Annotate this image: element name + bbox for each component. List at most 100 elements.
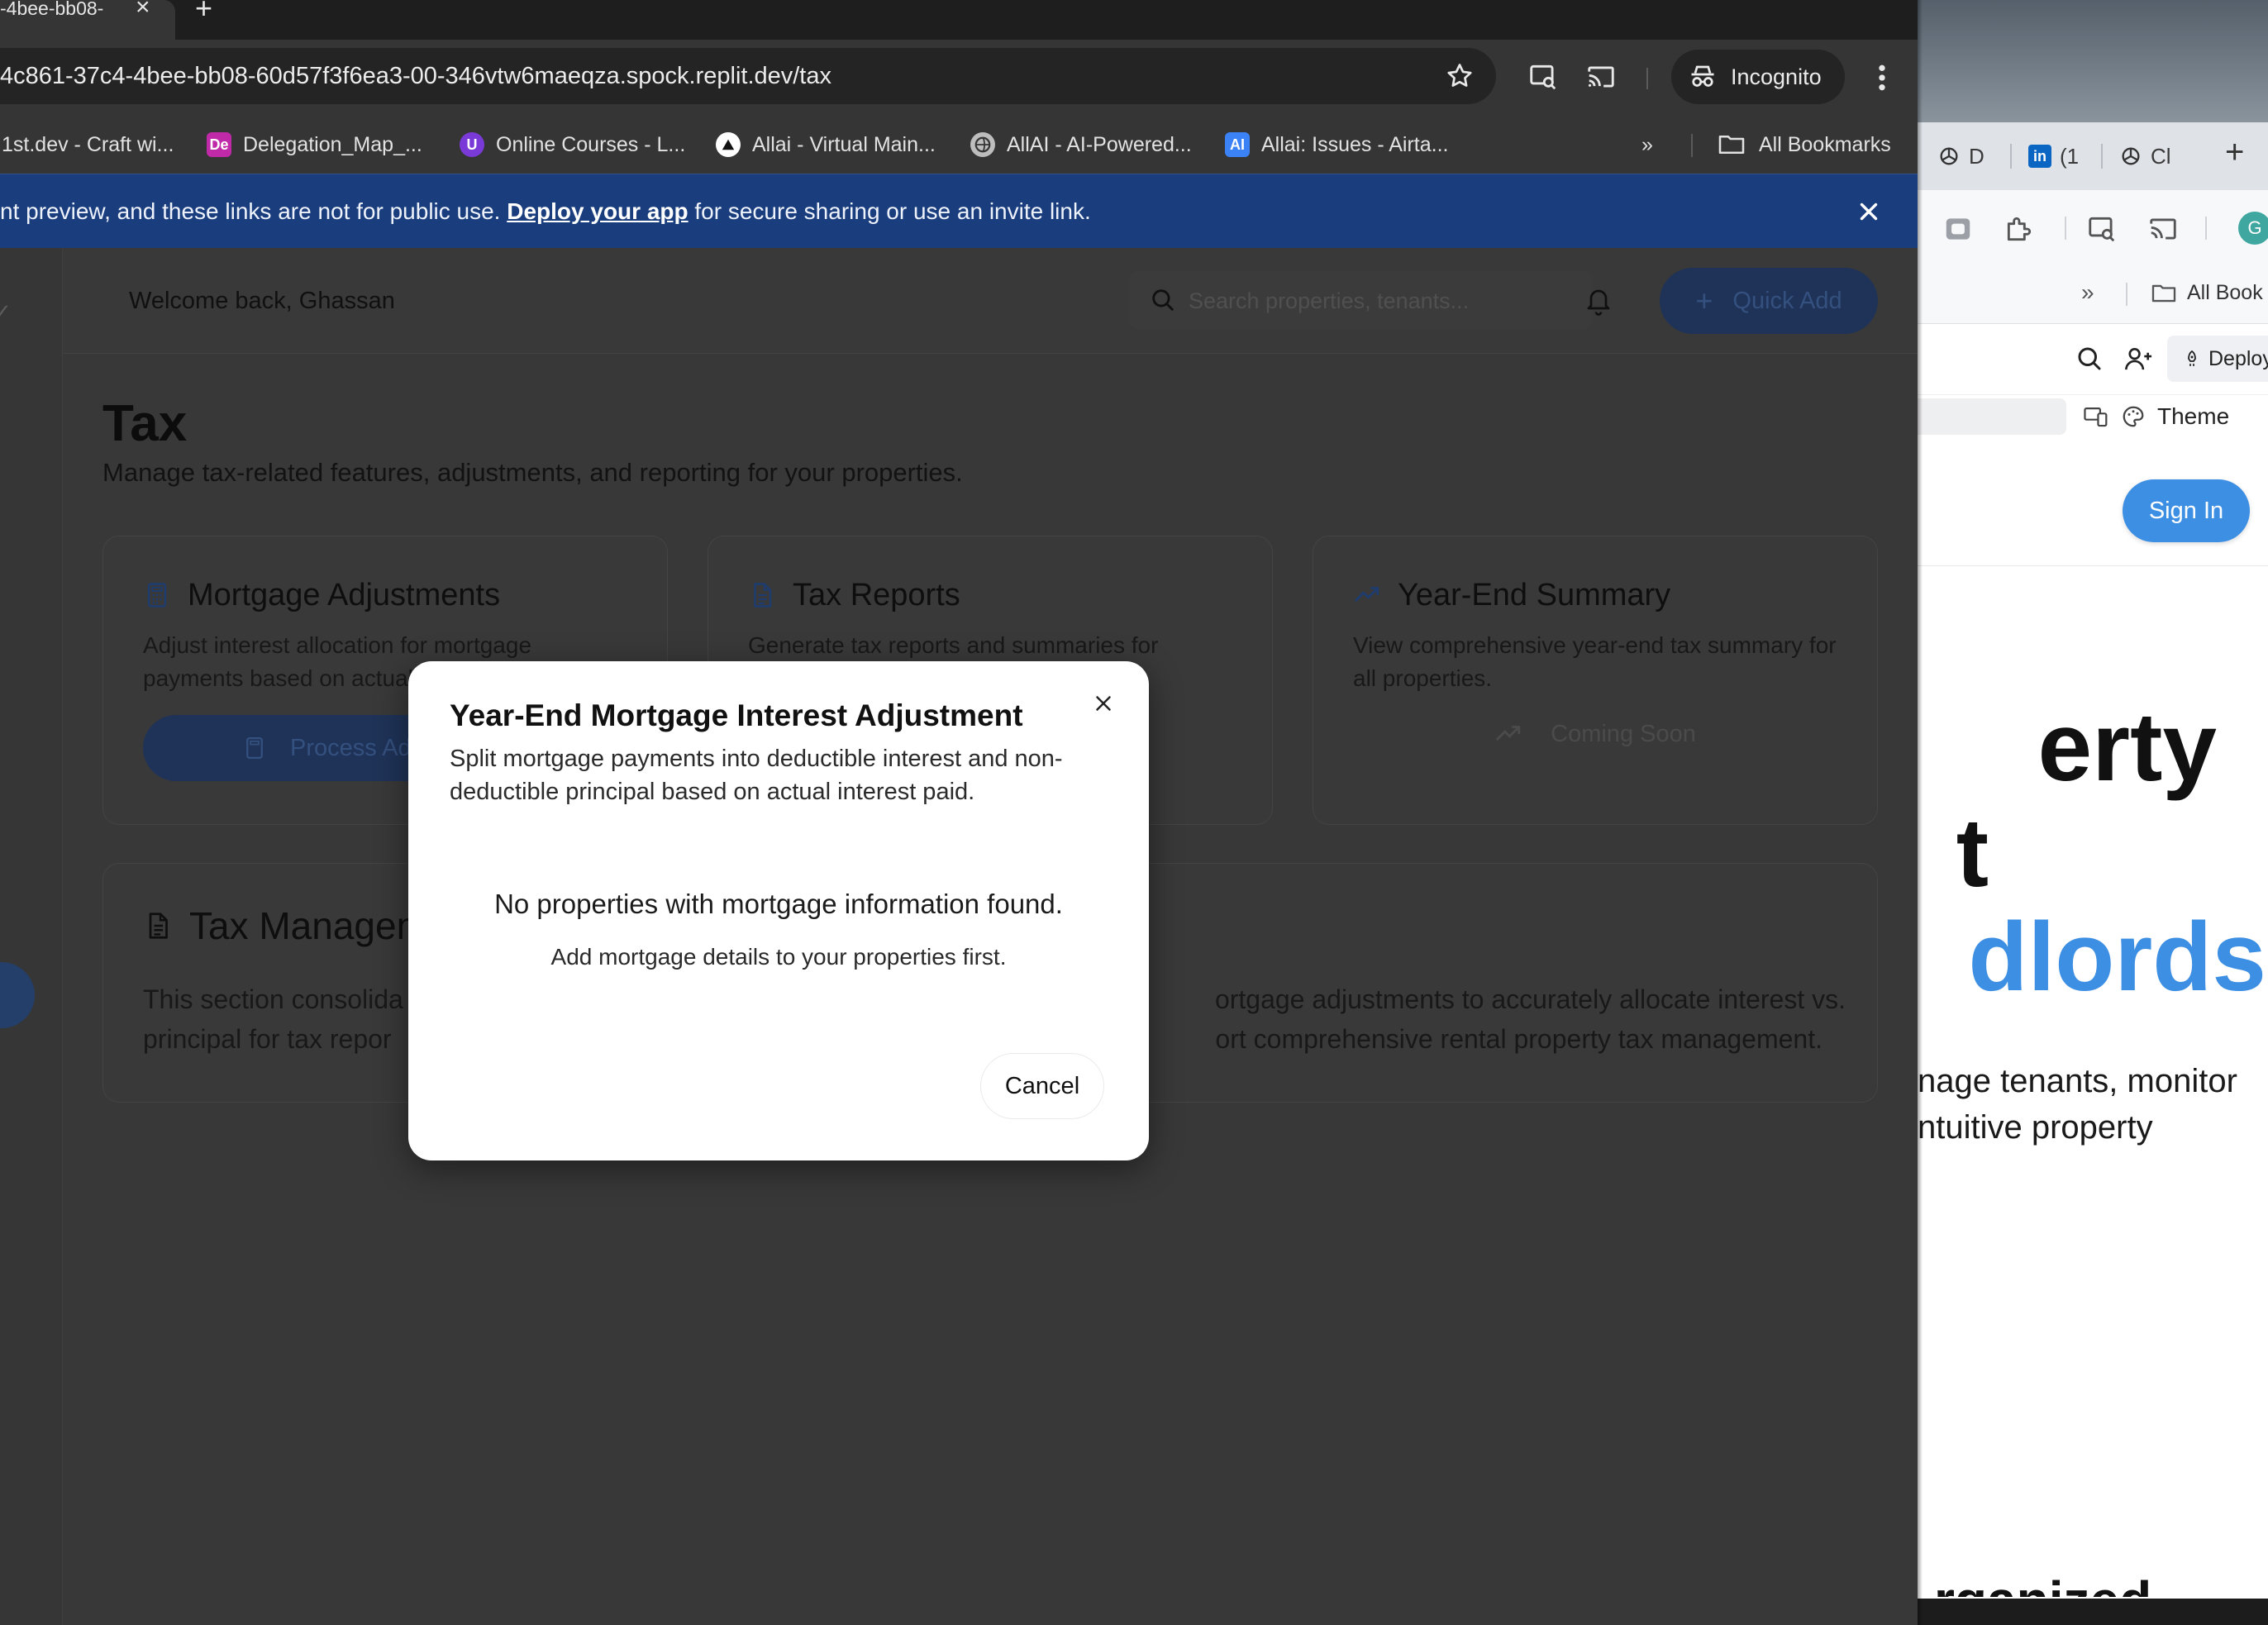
bookmark-label: Allai: Issues - Airta... (1261, 132, 1449, 156)
tab-close-icon[interactable]: × (136, 0, 150, 20)
tab-label: (1 (2060, 143, 2080, 169)
globe-favicon-icon (970, 132, 995, 157)
bookmark-star-icon[interactable] (1445, 61, 1475, 91)
banner-text-before: nt preview, and these links are not for … (0, 198, 507, 224)
cast-icon[interactable] (1585, 61, 1617, 93)
add-user-icon[interactable] (2123, 344, 2154, 374)
tab-label: D (1969, 143, 1984, 169)
bookmark-label: Delegation_Map_... (243, 132, 422, 156)
empty-state-message: No properties with mortgage information … (494, 889, 1063, 919)
all-bookmarks-folder[interactable]: All Bookmarks (1718, 116, 1891, 174)
card-description: View comprehensive year-end tax summary … (1353, 632, 1837, 691)
trending-up-icon (1495, 726, 1521, 741)
avatar[interactable]: G (2238, 212, 2268, 245)
page-subtitle: Manage tax-related features, adjustments… (102, 458, 963, 487)
deploy-button[interactable]: Deploy (2167, 336, 2268, 382)
new-tab-icon[interactable]: + (195, 0, 212, 23)
browser-tab-active[interactable]: -4bee-bb08- × (0, 0, 175, 40)
bookmarks-overflow-icon[interactable]: » (2081, 279, 2094, 306)
page-search-icon[interactable] (2086, 213, 2118, 245)
address-bar[interactable]: 4c861-37c4-4bee-bb08-60d57f3f6ea3-00-346… (0, 48, 1496, 104)
bookmark-item[interactable]: U Online Courses - L... (460, 116, 685, 174)
card-title: Tax Reports (793, 578, 960, 612)
cast-icon[interactable] (2147, 213, 2179, 245)
tab-strip: D in (1 Cl + (1918, 122, 2268, 190)
sign-in-button[interactable]: Sign In (2123, 479, 2250, 542)
bookmark-label: AllAI - AI-Powered... (1007, 132, 1192, 156)
browser-menu-icon[interactable] (1870, 61, 1894, 94)
calculator-icon (246, 737, 263, 759)
all-bookmarks-folder[interactable]: All Book (2151, 281, 2263, 305)
landing-page-preview: Sign In erty t dlords nage tenants, moni… (1918, 450, 2268, 1607)
page-search-icon[interactable] (1527, 61, 1559, 93)
hero-heading-line: erty (2037, 693, 2217, 802)
hero-subtext: nage tenants, monitor ntuitive property (1918, 1058, 2237, 1151)
replit-preview-banner: nt preview, and these links are not for … (0, 174, 1918, 248)
deploy-label: Deploy (2208, 346, 2268, 370)
search-box[interactable] (1129, 271, 1592, 329)
search-icon[interactable] (2075, 344, 2104, 374)
tab-strip: -4bee-bb08- × + (0, 0, 1918, 40)
search-icon (1152, 289, 1174, 311)
theme-label: Theme (2157, 403, 2230, 429)
new-tab-icon[interactable]: + (2225, 134, 2244, 171)
file-text-icon (754, 583, 772, 608)
tab-divider (2101, 144, 2103, 169)
theme-control[interactable]: Theme (2083, 403, 2229, 430)
quick-add-button[interactable]: + Quick Add (1660, 268, 1878, 334)
folder-icon (1718, 135, 1745, 155)
browser-window-main: -4bee-bb08- × + 4c861-37c4-4bee-bb08-60d… (0, 0, 1918, 1625)
browser-toolbar: 4c861-37c4-4bee-bb08-60d57f3f6ea3-00-346… (0, 40, 1918, 116)
app-header: Welcome back, Ghassan + Quick Add (63, 248, 1918, 354)
incognito-label: Incognito (1731, 64, 1822, 89)
browser-tab[interactable]: Cl (2119, 122, 2171, 190)
toolbar-divider (2205, 217, 2207, 240)
banner-close-icon[interactable] (1855, 198, 1883, 226)
description-line-end: ort comprehensive rental property tax ma… (1215, 1024, 1822, 1054)
banner-text: nt preview, and these links are not for … (0, 195, 1091, 228)
devices-icon (2084, 407, 2108, 427)
plus-icon: + (1695, 284, 1713, 317)
bookmark-item[interactable]: AI Allai: Issues - Airta... (1225, 116, 1448, 174)
banner-text-after: for secure sharing or use an invite link… (688, 198, 1091, 224)
bookmark-item[interactable]: Allai - Virtual Main... (716, 116, 936, 174)
hero-heading-line: t (1956, 798, 1989, 908)
folder-icon (2151, 284, 2176, 302)
incognito-badge[interactable]: Incognito (1671, 50, 1845, 104)
toolbar-divider (2065, 217, 2066, 240)
hero-subtext-line: nage tenants, monitor (1918, 1063, 2237, 1099)
bookmarks-overflow-icon[interactable]: » (1641, 116, 1653, 174)
extension-icon[interactable] (1942, 213, 1974, 245)
bookmark-label: 1st.dev - Craft wi... (2, 132, 174, 156)
udemy-favicon-icon: U (460, 132, 484, 157)
desktop-wallpaper (1918, 0, 2268, 122)
partial-heading-clip: rganized (1918, 1574, 2268, 1597)
bookmarks-divider (2126, 283, 2127, 306)
partial-heading: rganized (1934, 1574, 2268, 1597)
openai-icon (2122, 147, 2140, 165)
browser-tab[interactable]: in (1 (2028, 122, 2079, 190)
quick-add-label: Quick Add (1732, 287, 1842, 314)
url-field[interactable] (1918, 398, 2066, 435)
bookmark-label: Online Courses - L... (496, 132, 686, 156)
card-title: Mortgage Adjustments (188, 578, 501, 612)
mortgage-adjustment-dialog: Year-End Mortgage Interest Adjustment Sp… (408, 661, 1149, 1160)
sidebar-chevron-icon[interactable]: ✓ (0, 299, 12, 325)
notification-bell-icon[interactable] (1584, 284, 1613, 317)
deploy-app-link[interactable]: Deploy your app (507, 198, 688, 224)
description-line-start: principal for tax repor (143, 1024, 392, 1054)
search-input[interactable] (1189, 284, 1569, 317)
hero-subtext-line: ntuitive property (1918, 1109, 2153, 1146)
bookmarks-bar: » All Book (1918, 266, 2268, 324)
file-text-icon (149, 913, 168, 939)
browser-tab[interactable]: D (1937, 122, 1984, 190)
tab-label: Cl (2151, 143, 2171, 169)
bookmark-item[interactable]: De Delegation_Map_... (207, 116, 422, 174)
header-divider (1918, 565, 2268, 566)
cancel-button[interactable]: Cancel (980, 1053, 1104, 1119)
replit-toolbar: Deploy (1918, 324, 2268, 395)
bookmark-item[interactable]: 1st.dev - Craft wi... (2, 116, 174, 174)
puzzle-extensions-icon[interactable] (2004, 213, 2035, 245)
bookmark-item[interactable]: AllAI - AI-Powered... (970, 116, 1192, 174)
close-icon[interactable] (1091, 691, 1116, 716)
